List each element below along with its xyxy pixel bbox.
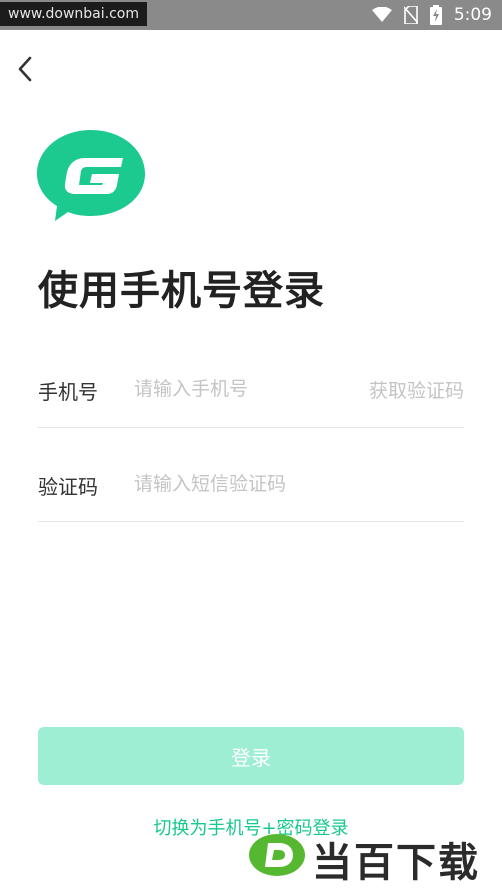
no-sim-icon xyxy=(403,6,418,24)
app-logo xyxy=(37,128,145,222)
phone-label: 手机号 xyxy=(38,380,98,404)
watermark-logo: 当百下载 xyxy=(244,826,496,886)
login-button[interactable]: 登录 xyxy=(38,727,464,785)
d-logo xyxy=(249,834,305,876)
g-chat-bubble-logo xyxy=(37,130,145,221)
status-bar: www.downbai.com 5:09 xyxy=(0,0,502,30)
get-code-button[interactable]: 获取验证码 xyxy=(369,376,464,403)
code-label: 验证码 xyxy=(38,475,98,499)
status-icons: 5:09 xyxy=(371,0,492,30)
wifi-icon xyxy=(371,7,392,23)
code-input[interactable] xyxy=(134,467,354,501)
code-row: 验证码 xyxy=(38,465,464,522)
chevron-left-icon xyxy=(18,56,32,82)
back-button[interactable] xyxy=(8,52,42,86)
watermark-url: www.downbai.com xyxy=(0,2,147,26)
battery-charging-icon xyxy=(429,5,442,25)
phone-row: 手机号 获取验证码 xyxy=(38,370,464,428)
phone-input[interactable] xyxy=(134,372,354,406)
watermark-text: 当百下载 xyxy=(312,840,480,886)
clock: 5:09 xyxy=(453,5,492,25)
page-title: 使用手机号登录 xyxy=(38,268,325,314)
